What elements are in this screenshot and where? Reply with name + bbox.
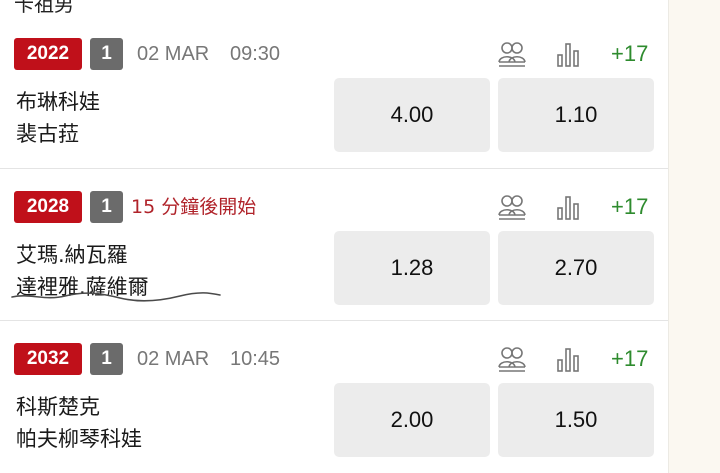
bar-chart-icon[interactable] [556,347,580,373]
match-number-badge: 1 [90,38,123,70]
home-team-name: 科斯楚克 [16,395,100,419]
home-team-name: 布琳科娃 [16,90,100,114]
bar-chart-icon[interactable] [556,42,580,68]
match-id-badge: 2032 [14,343,82,375]
match-start-status: 15 分鐘後開始 [131,196,257,218]
match-time: 09:30 [230,43,281,65]
match-id-badge: 2028 [14,191,82,223]
home-odds-button[interactable]: 2.00 [334,383,490,457]
more-markets-count[interactable]: +17 [611,191,648,223]
match-time: 10:45 [230,348,281,370]
away-odds-button[interactable]: 1.10 [498,78,654,152]
match-date: 02 MAR [137,43,210,65]
away-odds-button[interactable]: 1.50 [498,383,654,457]
match-number-badge: 1 [90,191,123,223]
bar-chart-icon[interactable] [556,195,580,221]
head-to-head-icon[interactable] [497,193,527,221]
home-odds-button[interactable]: 4.00 [334,78,490,152]
right-side-panel [668,0,720,473]
home-team-name: 艾瑪.納瓦羅 [16,243,128,267]
match-date: 02 MAR [137,348,210,370]
away-team-name: 帕夫柳琴科娃 [16,427,142,451]
away-odds-button[interactable]: 2.70 [498,231,654,305]
away-team-name: 裴古菈 [16,122,79,146]
match-number-badge: 1 [90,343,123,375]
head-to-head-icon[interactable] [497,40,527,68]
match-card: 2032 1 02 MAR 10:45 +17 科斯楚克 帕夫柳琴科娃 2.00… [0,321,668,473]
handwritten-underline-scribble [11,292,221,302]
match-card: 2022 1 02 MAR 09:30 +17 布琳科娃 裴古菈 4.00 1.… [0,16,668,168]
home-odds-button[interactable]: 1.28 [334,231,490,305]
more-markets-count[interactable]: +17 [611,343,648,375]
more-markets-count[interactable]: +17 [611,38,648,70]
previous-match-team-partial: 卡祖男 [14,0,74,16]
head-to-head-icon[interactable] [497,345,527,373]
match-id-badge: 2022 [14,38,82,70]
